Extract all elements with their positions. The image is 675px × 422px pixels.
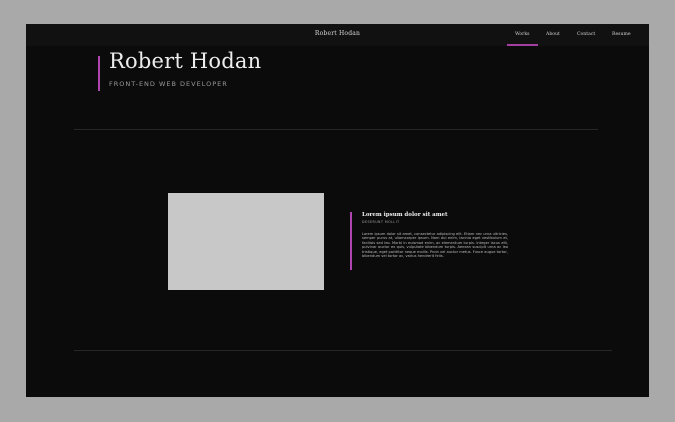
project-title: Lorem ipsum dolor sit amet	[362, 212, 448, 218]
project-thumbnail[interactable]	[168, 193, 324, 290]
hero-role: FRONT-END WEB DEVELOPER	[109, 80, 228, 88]
project-subtitle: DESERUNT MOLLIT	[362, 220, 400, 224]
nav-active-indicator	[507, 44, 538, 46]
section-divider-top	[74, 129, 598, 130]
project-accent-bar	[350, 212, 352, 270]
nav-link-works[interactable]: Works	[515, 32, 530, 37]
nav-link-resume[interactable]: Resume	[612, 32, 631, 37]
nav-link-contact[interactable]: Contact	[577, 32, 595, 37]
hero-name: Robert Hodan	[109, 49, 262, 73]
hero-accent-bar	[98, 56, 100, 91]
browser-viewport: Robert Hodan Works About Contact Resume …	[26, 24, 649, 397]
project-description: Lorem ipsum dolor sit amet, consectetur …	[362, 232, 508, 259]
section-divider-bottom	[74, 350, 612, 351]
nav-link-about[interactable]: About	[546, 32, 560, 37]
navbar: Robert Hodan Works About Contact Resume	[26, 24, 649, 46]
